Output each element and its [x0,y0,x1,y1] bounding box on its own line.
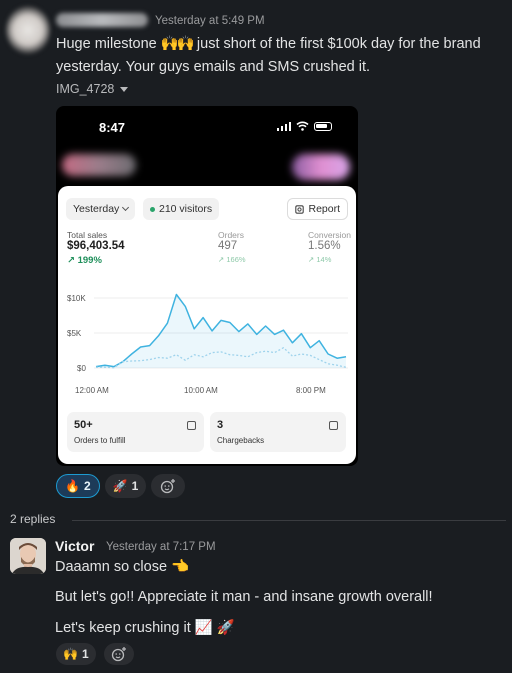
author-name[interactable]: Victor [55,538,94,554]
orders-to-fulfill-count: 50+ [74,419,93,431]
inbox-icon [187,421,196,430]
add-reaction-button[interactable] [151,474,186,498]
replies-divider [72,520,506,521]
message-text: Huge milestone 🙌🙌 just short of the firs… [56,33,511,79]
report-label: Report [308,203,340,215]
chargebacks-label: Chargebacks [217,436,265,445]
sender-avatar[interactable] [6,6,50,54]
blurred-store-name [62,154,136,176]
rocket-emoji: 🚀 [112,479,128,493]
series-area-today [96,294,346,368]
visitors-label: 210 visitors [159,203,213,215]
attachment-toggle[interactable]: IMG_4728 [56,82,129,96]
attachment-name: IMG_4728 [56,82,115,96]
reply-message-1: Daaamn so close 👈 [55,559,190,575]
clipboard-icon [329,421,338,430]
sales-chart [94,293,348,369]
metric-value-total-sales: $96,403.54 [67,240,125,252]
reaction-fire[interactable]: 🔥 2 [56,474,100,498]
fire-emoji: 🔥 [65,479,80,493]
date-filter-label: Yesterday [73,203,120,215]
reply-message-2: But let's go!! Appreciate it man - and i… [55,589,433,605]
metric-value-orders: 497 [218,240,238,252]
raised-hands-emoji: 🙌🙌 [160,36,195,52]
message-timestamp[interactable]: Yesterday at 5:49 PM [155,15,265,27]
sender-name-redacted[interactable] [56,13,148,27]
person-photo [10,538,46,574]
caret-down-icon [120,87,129,92]
reply-timestamp[interactable]: Yesterday at 7:17 PM [106,541,216,553]
metric-label-conversion: Conversion [308,230,351,240]
chevron-down-icon [122,203,130,212]
chargebacks-count: 3 [217,419,224,431]
raised-hands-emoji: 🙌 [63,647,78,661]
x-tick-8pm: 8:00 PM [296,386,326,395]
attached-image[interactable]: 8:47 Yesterday 210 visitors Report Total… [56,106,358,466]
reaction-count: 1 [81,647,89,661]
add-reaction-button[interactable] [103,643,134,665]
replies-count[interactable]: 2 replies [10,512,55,526]
add-emoji-icon [111,647,126,662]
metric-growth-orders: ↗ 166% [218,255,246,264]
orders-to-fulfill-label: Orders to fulfill [74,436,126,445]
date-filter-button[interactable]: Yesterday [66,198,136,220]
orders-to-fulfill-tile[interactable]: 50+ Orders to fulfill [67,412,204,452]
reply-message-3: Let's keep crushing it 📈 🚀 [55,620,235,636]
reaction-rocket[interactable]: 🚀 1 [104,474,147,498]
victor-avatar[interactable] [10,538,46,574]
reply-reactions-bar: 🙌 1 [56,643,134,665]
reaction-count: 1 [131,479,139,493]
phone-time: 8:47 [99,120,126,135]
metric-value-conversion: 1.56% [308,240,341,252]
analytics-card: Yesterday 210 visitors Report Total sale… [58,186,356,464]
signal-icon [276,121,291,131]
battery-icon [314,121,332,131]
chargebacks-tile[interactable]: 3 Chargebacks [210,412,346,452]
blurred-store-avatar [292,154,350,180]
x-tick-10am: 10:00 AM [184,386,218,395]
report-button[interactable]: Report [287,198,348,220]
visitors-pill[interactable]: 210 visitors [143,198,220,220]
live-dot-icon [150,206,155,212]
metric-growth-total-sales: ↗ 199% [67,255,102,266]
reactions-bar: 🔥 2 🚀 1 [56,474,186,498]
metric-label-orders: Orders [218,230,244,240]
report-icon [295,204,305,214]
phone-status-bar [276,121,332,131]
reaction-raised-hands[interactable]: 🙌 1 [56,643,96,665]
x-tick-12am: 12:00 AM [75,386,109,395]
add-emoji-icon [161,479,176,494]
metric-growth-conversion: ↗ 14% [308,255,332,264]
metric-label-total-sales: Total sales [67,230,108,240]
reaction-count: 2 [83,479,91,493]
wifi-icon [296,121,309,131]
message-text-part1: Huge milestone [56,36,161,52]
